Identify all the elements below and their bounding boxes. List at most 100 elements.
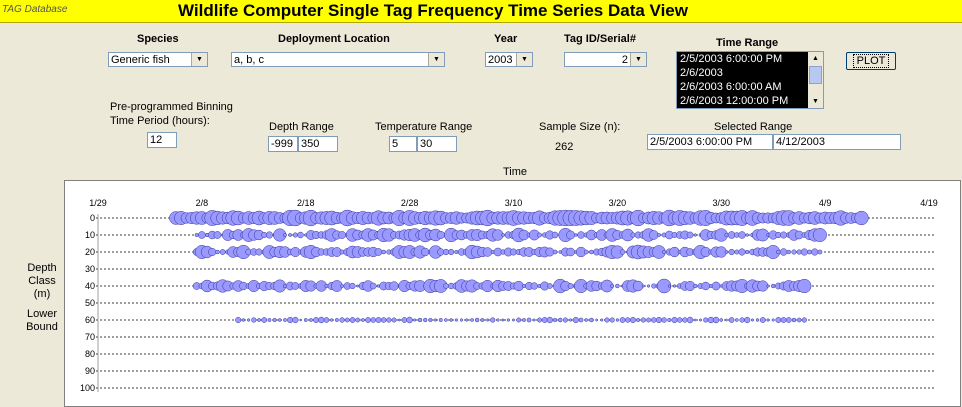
data-bubble — [334, 318, 339, 322]
y-tick-label: 20 — [85, 247, 95, 257]
time-range-item[interactable]: 2/6/2003 6:00:00 AM — [677, 80, 823, 94]
bubble-chart: 1/29 2/8 2/18 2/28 3/10 3/20 3/30 4/9 4/19 0 10 20 3… — [80, 198, 938, 393]
data-bubble — [557, 317, 563, 323]
data-bubble — [656, 233, 661, 237]
location-value: a, b, c — [234, 54, 264, 66]
window-title: Wildlife Computer Single Tag Frequency T… — [178, 1, 688, 20]
data-bubble — [562, 317, 568, 323]
data-bubble — [739, 317, 745, 323]
data-bubble — [444, 318, 448, 322]
data-bubble — [261, 317, 268, 323]
chevron-down-icon[interactable]: ▼ — [630, 53, 646, 66]
chevron-down-icon[interactable]: ▼ — [428, 53, 444, 66]
plot-button[interactable]: PLOT — [846, 52, 896, 70]
data-bubble — [454, 249, 459, 255]
data-bubble — [401, 317, 408, 323]
data-bubble — [406, 316, 413, 324]
data-bubble — [516, 317, 522, 323]
data-bubble — [629, 317, 636, 323]
data-bubble — [449, 318, 453, 322]
plot-button-label: PLOT — [852, 54, 890, 68]
y-tick-label: 90 — [85, 366, 95, 376]
data-bubble — [640, 317, 646, 323]
scrollbar-thumb[interactable] — [809, 66, 822, 84]
data-bubble — [641, 284, 645, 288]
data-bubble — [755, 318, 760, 322]
y-tick-label: 50 — [85, 298, 95, 308]
chevron-up-icon[interactable]: ▲ — [808, 52, 823, 65]
data-bubble — [667, 317, 672, 323]
location-select[interactable]: a, b, c ▼ — [231, 52, 445, 67]
y-axis-title-line1: Depth — [27, 262, 57, 274]
data-bubble — [552, 317, 558, 323]
species-select[interactable]: Generic fish ▼ — [108, 52, 208, 67]
data-bubble — [551, 231, 559, 239]
data-bubble — [323, 317, 330, 323]
y-axis-title-line4: Lower — [27, 308, 57, 320]
chevron-down-icon[interactable]: ▼ — [191, 53, 207, 66]
data-bubble — [796, 249, 802, 255]
y-tick-label: 30 — [85, 264, 95, 274]
data-bubble — [303, 318, 308, 322]
data-bubble — [386, 317, 392, 323]
data-bubble — [766, 318, 770, 322]
data-bubble — [443, 283, 449, 289]
temp-max-input[interactable]: 30 — [417, 136, 457, 152]
data-bubble — [699, 318, 702, 322]
y-tick-label: 40 — [85, 281, 95, 291]
data-bubble — [288, 233, 293, 237]
time-range-item[interactable]: 2/6/2003 12:00:00 PM — [677, 94, 823, 108]
data-bubble — [724, 232, 729, 238]
data-bubble — [474, 317, 480, 323]
depth-range-label: Depth Range — [269, 121, 334, 133]
binning-input[interactable]: 12 — [147, 132, 177, 148]
data-bubble — [604, 317, 610, 323]
time-range-item[interactable]: 2/6/2003 — [677, 66, 823, 80]
data-bubble — [442, 248, 450, 256]
data-bubble — [501, 233, 505, 237]
data-bubble — [791, 317, 797, 323]
data-bubble — [583, 249, 589, 255]
data-bubble — [745, 249, 750, 255]
data-bubble — [349, 282, 356, 290]
data-bubble — [686, 316, 694, 324]
data-bubble — [397, 318, 401, 322]
data-bubble — [667, 284, 671, 288]
year-label: Year — [494, 33, 518, 45]
x-tick-label: 4/9 — [819, 198, 832, 208]
temp-min-input[interactable]: 5 — [389, 136, 417, 152]
data-bubble — [482, 247, 493, 257]
data-bubble — [584, 318, 588, 322]
data-bubble — [724, 250, 729, 254]
app-name: TAG Database — [2, 4, 68, 15]
data-bubble — [812, 228, 827, 242]
year-select[interactable]: 2003 ▼ — [485, 52, 533, 67]
data-bubble — [589, 249, 594, 255]
data-bubble — [257, 318, 261, 322]
data-bubble — [213, 231, 222, 239]
depth-max-input[interactable]: 350 — [298, 136, 338, 152]
data-bubble — [817, 249, 823, 255]
data-bubble — [796, 317, 802, 323]
data-bubble — [413, 318, 417, 322]
data-bubble — [701, 281, 710, 291]
time-range-scrollbar[interactable]: ▲ ▼ — [808, 52, 823, 108]
data-bubble — [438, 318, 443, 322]
tag-select[interactable]: 2 ▼ — [564, 52, 647, 67]
chevron-down-icon[interactable]: ▼ — [808, 95, 823, 108]
selected-end-field: 4/12/2003 — [773, 134, 901, 150]
data-bubble — [356, 284, 360, 288]
chevron-down-icon[interactable]: ▼ — [516, 53, 532, 66]
time-range-label: Time Range — [716, 37, 779, 49]
data-bubble — [552, 249, 558, 255]
depth-min-input[interactable]: -999 — [268, 136, 298, 152]
data-bubble — [278, 318, 282, 322]
data-bubble — [693, 233, 697, 237]
y-tick-label: 60 — [85, 315, 95, 325]
data-bubble — [725, 318, 728, 322]
data-bubble — [615, 318, 620, 322]
time-range-list[interactable]: 2/5/2003 6:00:00 PM 2/6/2003 2/6/2003 6:… — [676, 51, 824, 109]
data-bubble — [501, 318, 505, 322]
time-range-item[interactable]: 2/5/2003 6:00:00 PM — [677, 52, 823, 66]
y-axis-title-line2: Class — [28, 275, 56, 287]
